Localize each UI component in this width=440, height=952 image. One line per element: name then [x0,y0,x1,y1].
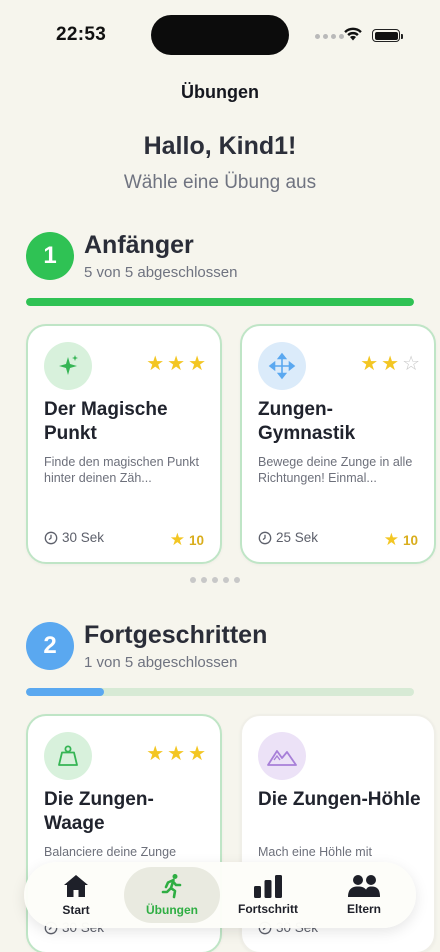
star-icon: ★ [383,530,399,549]
card-title: Die Zungen-Waage [44,789,154,834]
mountain-icon [258,732,306,780]
star-rating: ★ ★ ☆ [360,354,420,374]
card-description: Finde den magischen Punkt hinter deinen … [44,455,199,485]
star-filled-icon: ★ [146,353,165,375]
card-description: Mach eine Höhle mit [258,845,372,859]
level-1-progress-fill [26,298,414,306]
duration-label: 30 Sek [62,530,105,545]
star-icon: ★ [169,530,185,549]
tab-label: Übungen [146,903,198,917]
card-duration: 30 Sek [44,530,104,545]
star-filled-icon: ★ [188,743,206,765]
clock-icon [44,531,58,544]
star-filled-icon: ★ [146,743,165,765]
star-filled-icon: ★ [381,353,400,375]
move-arrows-icon [258,342,306,390]
points-label: 10 [188,532,204,548]
card-title: Der Magische Punkt [44,399,168,444]
greeting-subtitle: Wähle eine Übung aus [123,172,317,193]
tab-fortschritt[interactable]: Fortschritt [220,867,316,923]
tab-label: Fortschritt [238,902,298,916]
sparkles-icon [44,342,92,390]
tab-uebungen[interactable]: Übungen [124,867,220,923]
bar-chart-icon [254,875,282,898]
level-2-progress-fill [26,688,104,696]
tab-eltern[interactable]: Eltern [316,867,412,923]
wifi-icon [344,27,362,41]
tab-label: Eltern [346,902,381,916]
star-rating: ★ ★ ★ [146,744,206,764]
carousel-page-indicator[interactable] [190,577,240,583]
star-empty-icon: ☆ [402,353,420,375]
star-filled-icon: ★ [167,353,186,375]
tab-bar: Start Übungen Fortschritt Eltern [24,862,416,928]
level-2-progress-bar [26,688,414,696]
level-1-title: Anfänger [84,231,194,259]
nav-title: Übungen [181,82,259,102]
star-filled-icon: ★ [360,353,379,375]
card-title: Die Zungen-Höhle [258,789,421,810]
card-description: Bewege deine Zunge in alle Richtungen! E… [258,455,413,485]
home-icon [64,875,88,897]
greeting-title: Hallo, Kind1! [143,132,297,160]
card-description: Balanciere deine Zunge [44,845,177,859]
star-filled-icon: ★ [167,743,186,765]
star-filled-icon: ★ [188,353,206,375]
clock-icon [258,531,272,544]
level-2-title: Fortgeschritten [84,621,268,649]
card-duration: 25 Sek [258,530,318,545]
parents-icon [348,875,380,897]
dynamic-island [151,15,289,55]
cellular-signal-icon [315,34,344,39]
status-bar: 22:53 [0,0,440,72]
tab-label: Start [62,903,90,917]
running-person-icon [161,874,182,899]
battery-icon [372,29,403,42]
star-rating: ★ ★ ★ [146,354,206,374]
level-1-progress-text: 5 von 5 abgeschlossen [84,264,238,281]
exercise-card-zungen-gymnastik[interactable]: ★ ★ ☆ Zungen-Gymnastik Bewege deine Zung… [240,324,436,564]
scale-weight-icon [44,732,92,780]
level-1-badge: 1 [26,232,74,280]
tab-start[interactable]: Start [28,867,124,923]
card-points: ★ 10 [384,530,418,550]
card-points: ★ 10 [170,530,204,550]
level-2-badge: 2 [26,622,74,670]
duration-label: 25 Sek [276,530,319,545]
level-2-progress-text: 1 von 5 abgeschlossen [84,654,238,671]
card-title: Zungen-Gymnastik [258,399,356,444]
level-1-progress-bar [26,298,414,306]
points-label: 10 [402,532,418,548]
status-time: 22:53 [56,24,107,45]
exercise-card-magischer-punkt[interactable]: ★ ★ ★ Der Magische Punkt Finde den magis… [26,324,222,564]
